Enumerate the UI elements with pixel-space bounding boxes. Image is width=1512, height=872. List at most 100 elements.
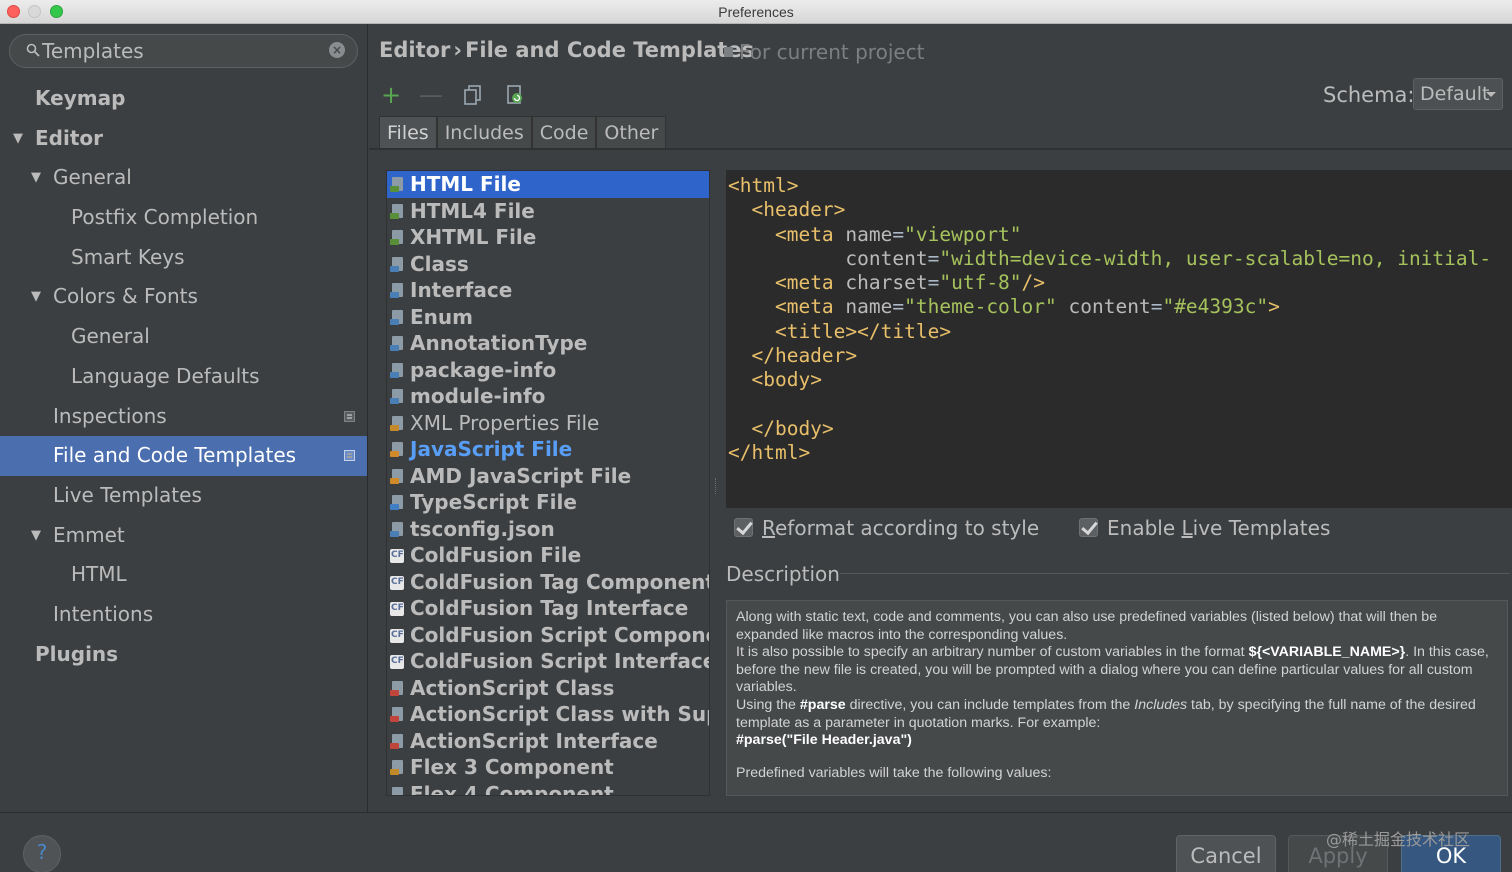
tree-item-general[interactable]: ▼ General [0,158,367,198]
tab-other[interactable]: Other [596,116,667,149]
template-list-item[interactable]: Interface [387,277,709,304]
tree-item-inspections[interactable]: Inspections [0,397,367,437]
template-list-item[interactable]: CF ColdFusion Tag Interface [387,595,709,622]
tree-item-live-templates[interactable]: Live Templates [0,476,367,516]
search-box[interactable]: × [9,34,358,68]
checkbox-checked-icon[interactable] [734,518,753,537]
java-file-icon [390,283,404,298]
template-list-item-label: XML Properties File [410,410,600,435]
template-list-item-label: Enum [410,304,473,329]
code-line[interactable]: <html> [728,174,1512,198]
description-divider [840,573,1510,574]
template-list-item[interactable]: AnnotationType [387,330,709,357]
template-list-item[interactable]: CF ColdFusion Tag Component [387,569,709,596]
checkbox-checked-icon[interactable] [1079,518,1098,537]
template-code[interactable]: <html> <header> <meta name="viewport" co… [726,170,1512,466]
code-line[interactable] [728,393,1512,417]
tree-item-file-and-code-templates[interactable]: File and Code Templates [0,436,367,476]
code-line[interactable]: <meta name="theme-color" content="#e4393… [728,295,1512,319]
tree-item-colors-fonts[interactable]: ▼ Colors & Fonts [0,277,367,317]
template-list-item[interactable]: TypeScript File [387,489,709,516]
code-line[interactable]: content="width=device-width, user-scalab… [728,247,1512,271]
code-line[interactable]: <title></title> [728,320,1512,344]
tab-files[interactable]: Files [379,116,437,149]
tree-item-emmet-html[interactable]: HTML [0,555,367,595]
remove-template-button[interactable]: — [419,82,443,108]
tree-item-label: Language Defaults [71,363,260,388]
js-file-icon [390,468,404,484]
tree-item-postfix-completion[interactable]: Postfix Completion [0,198,367,238]
template-list-item[interactable]: module-info [387,383,709,410]
template-editor[interactable]: <html> <header> <meta name="viewport" co… [726,170,1512,508]
code-line[interactable]: </html> [728,441,1512,465]
code-line[interactable]: </body> [728,417,1512,441]
clear-search-icon[interactable]: × [329,42,345,58]
code-line[interactable]: <meta charset="utf-8"/> [728,271,1512,295]
tree-item-keymap[interactable]: Keymap [0,79,367,119]
expand-arrow-icon[interactable]: ▼ [31,277,41,317]
code-line[interactable]: <meta name="viewport" [728,223,1512,247]
tree-item-colors-general[interactable]: General [0,317,367,357]
template-file-list[interactable]: HTML File HTML4 File XHTML File Class Interf… [386,170,710,796]
template-list-item[interactable]: CF ColdFusion Script Interface [387,648,709,675]
reset-to-default-icon [507,85,522,104]
expand-arrow-icon[interactable]: ▼ [31,158,41,198]
ts-file-icon [390,495,404,510]
tree-item-intentions[interactable]: Intentions [0,595,367,635]
reset-template-button[interactable] [503,82,527,108]
template-list-item-label: Flex 3 Component [410,755,614,779]
copy-template-button[interactable] [461,82,485,108]
tree-item-label: Live Templates [53,482,202,507]
tree-item-emmet[interactable]: ▼ Emmet [0,516,367,556]
schema-dropdown[interactable]: Default [1413,78,1503,110]
scope-note: For current project [724,40,925,64]
code-line[interactable]: <header> [728,198,1512,222]
checkbox-label: eformat according to style [775,516,1040,540]
cancel-button[interactable]: Cancel [1176,835,1276,872]
tab-includes[interactable]: Includes [436,116,532,149]
project-scope-icon [724,47,733,57]
template-list-item-label: ColdFusion Script Interface [410,649,710,673]
add-template-button[interactable]: + [379,82,403,108]
template-list-item[interactable]: tsconfig.json [387,516,709,543]
search-input[interactable] [42,39,322,63]
description-paragraph: It is also possible to specify an arbitr… [736,644,1489,696]
tree-item-language-defaults[interactable]: Language Defaults [0,357,367,397]
tree-item-plugins[interactable]: Plugins [0,635,367,675]
template-list-item[interactable]: ActionScript Interface [387,728,709,755]
tree-item-smart-keys[interactable]: Smart Keys [0,238,367,278]
template-list-item[interactable]: HTML File [387,171,709,198]
reformat-checkbox[interactable]: Reformat according to style [734,516,1039,540]
code-line[interactable]: <body> [728,368,1512,392]
template-list-item[interactable]: HTML4 File [387,198,709,225]
template-list-item[interactable]: Flex 3 Component [387,754,709,781]
expand-arrow-icon[interactable]: ▼ [13,119,23,159]
template-list-item[interactable]: XML Properties File [387,410,709,437]
template-list-item[interactable]: package-info [387,357,709,384]
description-paragraph: Using the #parse directive, you can incl… [736,696,1476,731]
template-list-item[interactable]: CF ColdFusion File [387,542,709,569]
help-button[interactable]: ? [23,835,61,872]
copy-icon [464,85,481,105]
project-scope-icon [344,410,355,422]
template-list-item[interactable]: AMD JavaScript File [387,463,709,490]
template-list-item[interactable]: XHTML File [387,224,709,251]
window-title: Preferences [718,4,794,20]
tab-code[interactable]: Code [531,116,597,149]
template-list-item[interactable]: Flex 4 Component [387,781,709,795]
expand-arrow-icon[interactable]: ▼ [31,516,41,556]
template-list-item[interactable]: Class [387,251,709,278]
splitter-handle[interactable] [715,478,717,494]
template-list-item[interactable]: JavaScript File [387,436,709,463]
tree-item-editor[interactable]: ▼ Editor [0,119,367,159]
template-list-item-label: AnnotationType [410,331,588,355]
java-file-icon [390,362,404,378]
tree-item-label: General [71,324,150,349]
code-line[interactable]: </header> [728,344,1512,368]
enable-live-templates-checkbox[interactable]: Enable Live Templates [1079,516,1330,540]
template-list-item[interactable]: ActionScript Class [387,675,709,702]
template-list-item-label: Class [410,251,469,276]
template-list-item[interactable]: Enum [387,304,709,331]
template-list-item[interactable]: CF ColdFusion Script Component [387,622,709,649]
template-list-item[interactable]: ActionScript Class with Supercon [387,701,709,728]
